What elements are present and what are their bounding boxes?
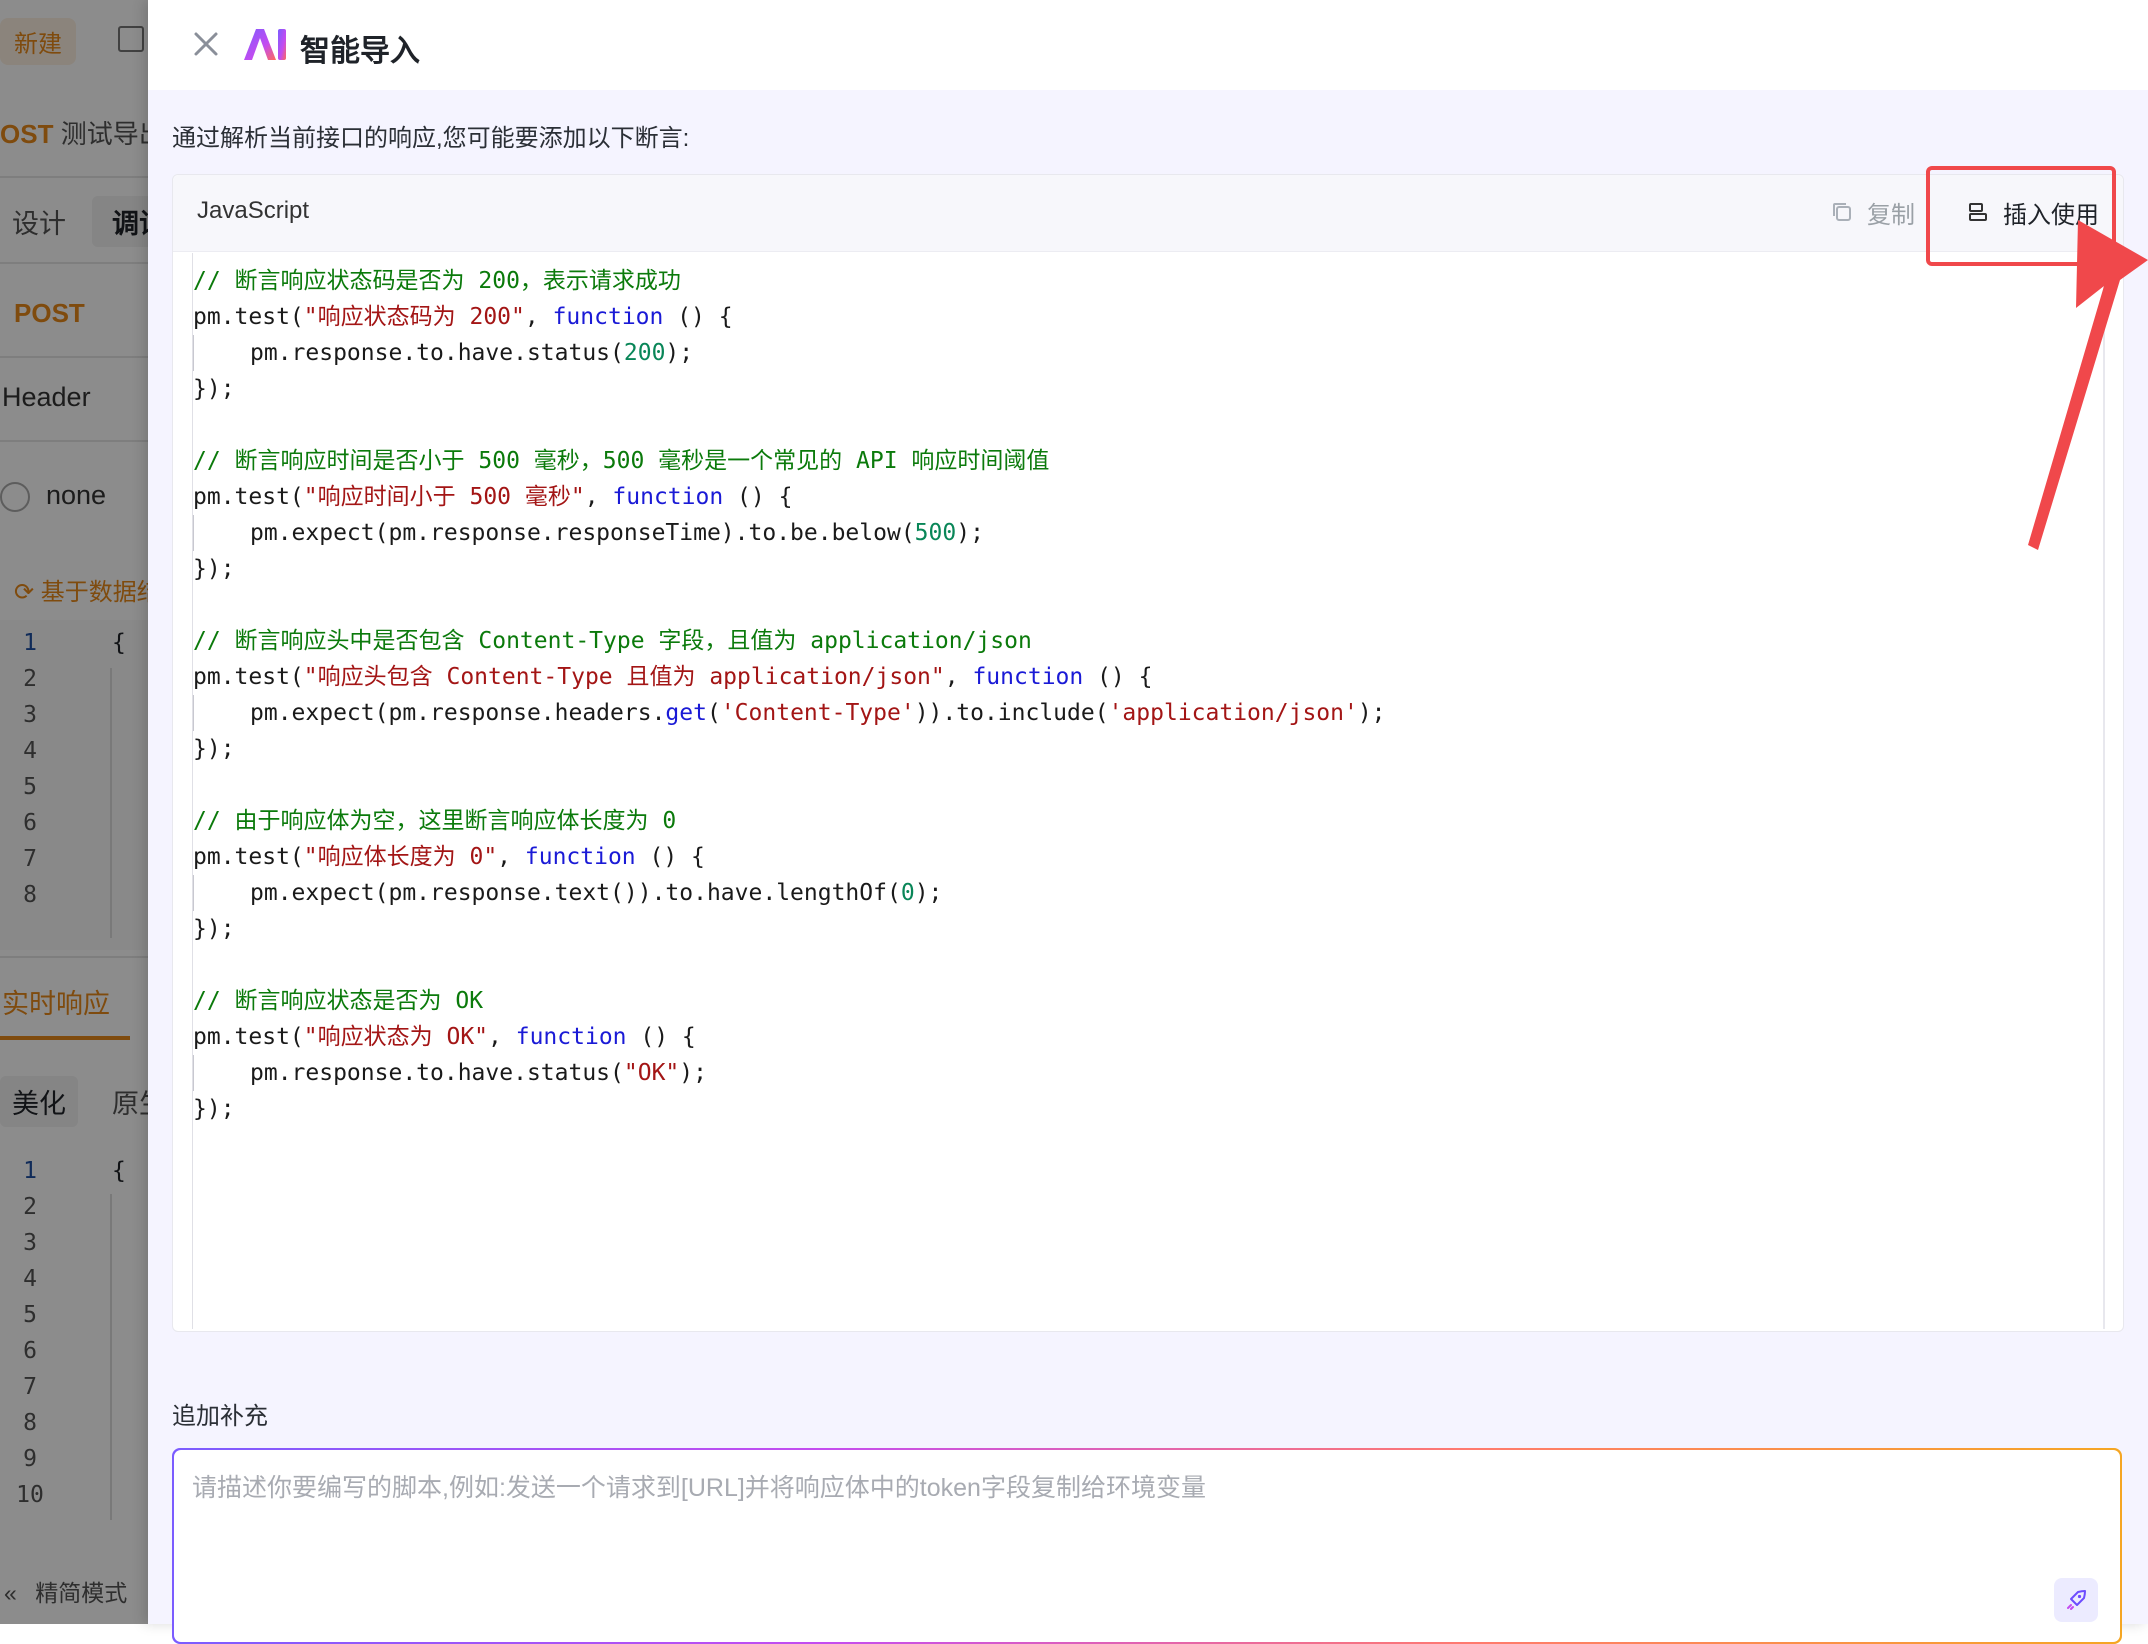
assertion-script: // 断言响应状态码是否为 200，表示请求成功 pm.test("响应状态码为… bbox=[193, 268, 1386, 1122]
rocket-send-icon bbox=[2067, 1590, 2086, 1610]
prompt-input[interactable] bbox=[190, 1466, 2074, 1580]
copy-icon bbox=[1833, 203, 1851, 221]
code-block-header: JavaScript 复制 插入使用 bbox=[173, 175, 2123, 252]
close-button[interactable] bbox=[188, 26, 224, 62]
ai-import-drawer: 智能导入 通过解析当前接口的响应,您可能要添加以下断言: JavaScript … bbox=[148, 0, 2148, 1644]
prompt-input-container bbox=[172, 1448, 2122, 1644]
code-block: JavaScript 复制 插入使用 // 断言响应状态码是否为 200，表示请… bbox=[172, 174, 2124, 1332]
send-button[interactable] bbox=[2054, 1578, 2098, 1622]
modal-overlay[interactable] bbox=[0, 0, 150, 1624]
copy-button[interactable]: 复制 bbox=[1831, 195, 1915, 229]
intro-text: 通过解析当前接口的响应,您可能要添加以下断言: bbox=[172, 125, 690, 152]
drawer-content: 通过解析当前接口的响应,您可能要添加以下断言: JavaScript 复制 插入… bbox=[148, 90, 2148, 1644]
supplement-label: 追加补充 bbox=[172, 1403, 268, 1430]
annotation-arrow bbox=[2028, 220, 2148, 550]
code-content[interactable]: // 断言响应状态码是否为 200，表示请求成功 pm.test("响应状态码为… bbox=[173, 253, 2105, 1329]
drawer-header: 智能导入 bbox=[148, 0, 2148, 90]
ai-logo-icon bbox=[244, 29, 286, 60]
code-language-label: JavaScript bbox=[197, 197, 310, 224]
close-icon bbox=[194, 32, 218, 56]
drawer-title: 智能导入 bbox=[300, 35, 420, 68]
